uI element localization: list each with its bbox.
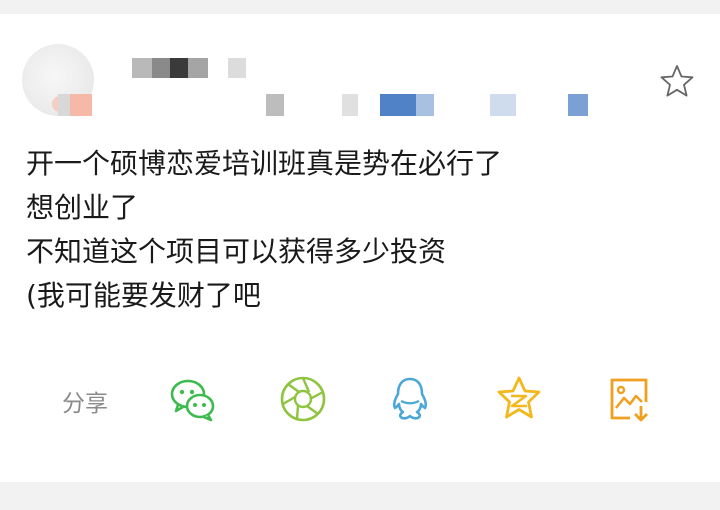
post-line: (我可能要发财了吧 — [26, 279, 261, 312]
post-content: 开一个硕博恋爱培训班真是势在必行了 想创业了 不知道这个项目可以获得多少投资 (… — [26, 142, 686, 318]
share-qzone-button[interactable] — [494, 374, 544, 424]
save-image-button[interactable] — [604, 374, 654, 424]
share-qq-button[interactable] — [385, 374, 435, 424]
post-line: 不知道这个项目可以获得多少投资 — [26, 235, 447, 268]
star-outline-icon — [660, 65, 694, 97]
share-moments-button[interactable] — [278, 374, 328, 424]
share-bar: 分享 — [0, 374, 720, 424]
moments-icon — [280, 376, 326, 422]
post-line: 想创业了 — [26, 191, 139, 224]
qq-icon — [392, 377, 428, 420]
save-image-icon — [610, 378, 648, 422]
wechat-icon — [170, 379, 215, 422]
qzone-icon — [497, 376, 541, 419]
post-card: 开一个硕博恋爱培训班真是势在必行了 想创业了 不知道这个项目可以获得多少投资 (… — [0, 14, 720, 482]
share-label: 分享 — [62, 391, 108, 417]
post-line: 开一个硕博恋爱培训班真是势在必行了 — [26, 147, 503, 180]
share-wechat-button[interactable] — [168, 374, 218, 424]
favorite-button[interactable] — [660, 64, 694, 98]
